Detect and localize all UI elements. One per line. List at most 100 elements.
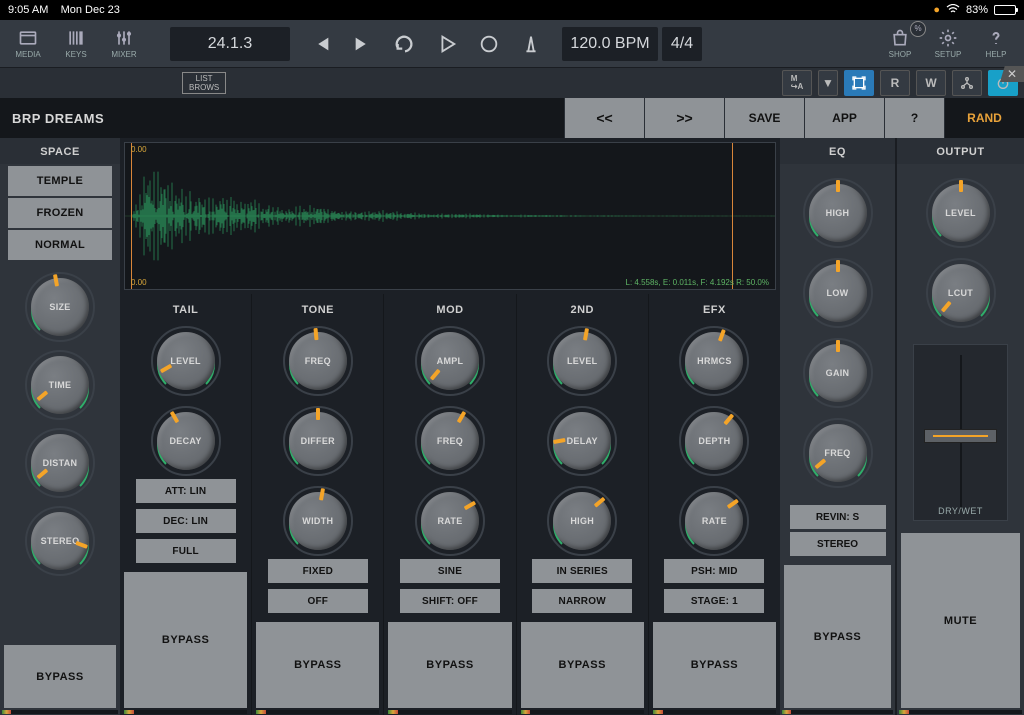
status-date: Mon Dec 23	[61, 4, 120, 16]
preset-header: BRP DREAMS << >> SAVE APP ? RAND	[0, 98, 1024, 138]
param-fixed[interactable]: FIXED	[268, 559, 368, 583]
efx-bypass-button[interactable]: BYPASS	[653, 622, 776, 708]
knob-size[interactable]: SIZE	[25, 272, 95, 342]
fullscreen-button[interactable]	[844, 70, 874, 96]
eq-param-revin-s[interactable]: REVIN: S	[790, 505, 886, 529]
knob-rate[interactable]: RATE	[415, 486, 485, 556]
read-automation-button[interactable]: R	[880, 70, 910, 96]
preset-name[interactable]: BRP DREAMS	[0, 111, 564, 126]
knob-rate[interactable]: RATE	[679, 486, 749, 556]
space-mode-normal[interactable]: NORMAL	[8, 230, 112, 260]
section-tone: TONE FREQ DIFFER WIDTH FIXEDOFF BYPASS	[251, 294, 383, 715]
preset-app-button[interactable]: APP	[804, 98, 884, 138]
ipad-status-bar: 9:05 AM Mon Dec 23 ● 83%	[0, 0, 1024, 20]
eq-meter	[782, 710, 893, 714]
output-meter	[899, 710, 1022, 714]
media-button[interactable]: MEDIA	[6, 23, 50, 65]
param-stage-1[interactable]: STAGE: 1	[664, 589, 764, 613]
preset-help-button[interactable]: ?	[884, 98, 944, 138]
loop-button[interactable]	[392, 31, 418, 57]
section-efx: EFX HRMCS DEPTH RATE PSH: MIDSTAGE: 1 BY…	[648, 294, 780, 715]
knob-freq[interactable]: FREQ	[803, 418, 873, 488]
knob-lcut[interactable]: LCUT	[926, 258, 996, 328]
fader-handle[interactable]	[924, 429, 997, 443]
wave-marker-end	[732, 143, 733, 289]
play-button[interactable]	[434, 31, 460, 57]
output-mute-button[interactable]: MUTE	[901, 533, 1020, 708]
eq-param-stereo[interactable]: STEREO	[790, 532, 886, 556]
space-mode-frozen[interactable]: FROZEN	[8, 198, 112, 228]
timesig-display[interactable]: 4/4	[662, 27, 702, 61]
knob-delay[interactable]: DELAY	[547, 406, 617, 476]
knob-time[interactable]: TIME	[25, 350, 95, 420]
knob-level[interactable]: LEVEL	[151, 326, 221, 396]
setup-button[interactable]: SETUP	[926, 23, 970, 65]
main-toolbar: MEDIA KEYS MIXER 24.1.3 120.0 BPM 4/4 SH…	[0, 20, 1024, 68]
preset-prev-button[interactable]: <<	[564, 98, 644, 138]
knob-depth[interactable]: DEPTH	[679, 406, 749, 476]
space-meter	[2, 710, 118, 714]
preset-save-button[interactable]: SAVE	[724, 98, 804, 138]
param-off[interactable]: OFF	[268, 589, 368, 613]
section-mod: MOD AMPL FREQ RATE SINESHIFT: OFF BYPASS	[383, 294, 515, 715]
dropdown-button[interactable]: ▼	[818, 70, 838, 96]
mixer-button[interactable]: MIXER	[102, 23, 146, 65]
knob-low[interactable]: LOW	[803, 258, 873, 328]
knob-distan[interactable]: DISTAN	[25, 428, 95, 498]
param-shift-off[interactable]: SHIFT: OFF	[400, 589, 500, 613]
preset-rand-button[interactable]: RAND	[944, 98, 1024, 138]
help-button[interactable]: HELP	[974, 23, 1018, 65]
knob-freq[interactable]: FREQ	[415, 406, 485, 476]
mod-bypass-button[interactable]: BYPASS	[388, 622, 511, 708]
eq-section: EQ HIGH LOW GAIN FREQ REVIN: SSTEREO BYP…	[780, 138, 895, 715]
knob-ampl[interactable]: AMPL	[415, 326, 485, 396]
routing-button[interactable]	[952, 70, 982, 96]
param-in-series[interactable]: IN SERIES	[532, 559, 632, 583]
list-browse-toggle[interactable]: LIST BROWS	[182, 72, 226, 94]
knob-freq[interactable]: FREQ	[283, 326, 353, 396]
forward-button[interactable]	[350, 31, 376, 57]
tone-bypass-button[interactable]: BYPASS	[256, 622, 379, 708]
param-dec-lin[interactable]: DEC: LIN	[136, 509, 236, 533]
close-panel-button[interactable]: ✕	[1000, 66, 1024, 82]
record-button[interactable]	[476, 31, 502, 57]
waveform-display[interactable]: 0.00 0.00 L: 4.558s, E: 0.011s, F: 4.192…	[124, 142, 776, 290]
metronome-button[interactable]	[518, 31, 544, 57]
tail-bypass-button[interactable]: BYPASS	[124, 572, 247, 708]
space-mode-temple[interactable]: TEMPLE	[8, 166, 112, 196]
shop-button[interactable]: SHOP	[878, 23, 922, 65]
preset-next-button[interactable]: >>	[644, 98, 724, 138]
midi-assign-button[interactable]: M↪A	[782, 70, 812, 96]
drywet-fader[interactable]: DRY/WET	[913, 344, 1008, 521]
knob-level[interactable]: LEVEL	[926, 178, 996, 248]
param-sine[interactable]: SINE	[400, 559, 500, 583]
param-psh-mid[interactable]: PSH: MID	[664, 559, 764, 583]
sub-toolbar: LIST BROWS M↪A ▼ R W ✕	[0, 68, 1024, 98]
eq-bypass-button[interactable]: BYPASS	[784, 565, 891, 708]
param-att-lin[interactable]: ATT: LIN	[136, 479, 236, 503]
knob-differ[interactable]: DIFFER	[283, 406, 353, 476]
tempo-display[interactable]: 120.0 BPM	[562, 27, 658, 61]
knob-level[interactable]: LEVEL	[547, 326, 617, 396]
rewind-button[interactable]	[308, 31, 334, 57]
wave-marker-start	[131, 143, 132, 289]
keys-button[interactable]: KEYS	[54, 23, 98, 65]
knob-width[interactable]: WIDTH	[283, 486, 353, 556]
space-bypass-button[interactable]: BYPASS	[4, 645, 116, 708]
position-display[interactable]: 24.1.3	[170, 27, 290, 61]
battery-percent: 83%	[966, 4, 988, 16]
write-automation-button[interactable]: W	[916, 70, 946, 96]
knob-decay[interactable]: DECAY	[151, 406, 221, 476]
knob-stereo[interactable]: STEREO	[25, 506, 95, 576]
output-section: OUTPUT LEVEL LCUT DRY/WET MUTE	[895, 138, 1024, 715]
battery-icon	[994, 5, 1016, 15]
2nd-bypass-button[interactable]: BYPASS	[521, 622, 644, 708]
param-narrow[interactable]: NARROW	[532, 589, 632, 613]
knob-hrmcs[interactable]: HRMCS	[679, 326, 749, 396]
center-section: 0.00 0.00 L: 4.558s, E: 0.011s, F: 4.192…	[120, 138, 780, 715]
knob-gain[interactable]: GAIN	[803, 338, 873, 408]
drywet-label: DRY/WET	[914, 506, 1007, 516]
knob-high[interactable]: HIGH	[803, 178, 873, 248]
param-full[interactable]: FULL	[136, 539, 236, 563]
knob-high[interactable]: HIGH	[547, 486, 617, 556]
